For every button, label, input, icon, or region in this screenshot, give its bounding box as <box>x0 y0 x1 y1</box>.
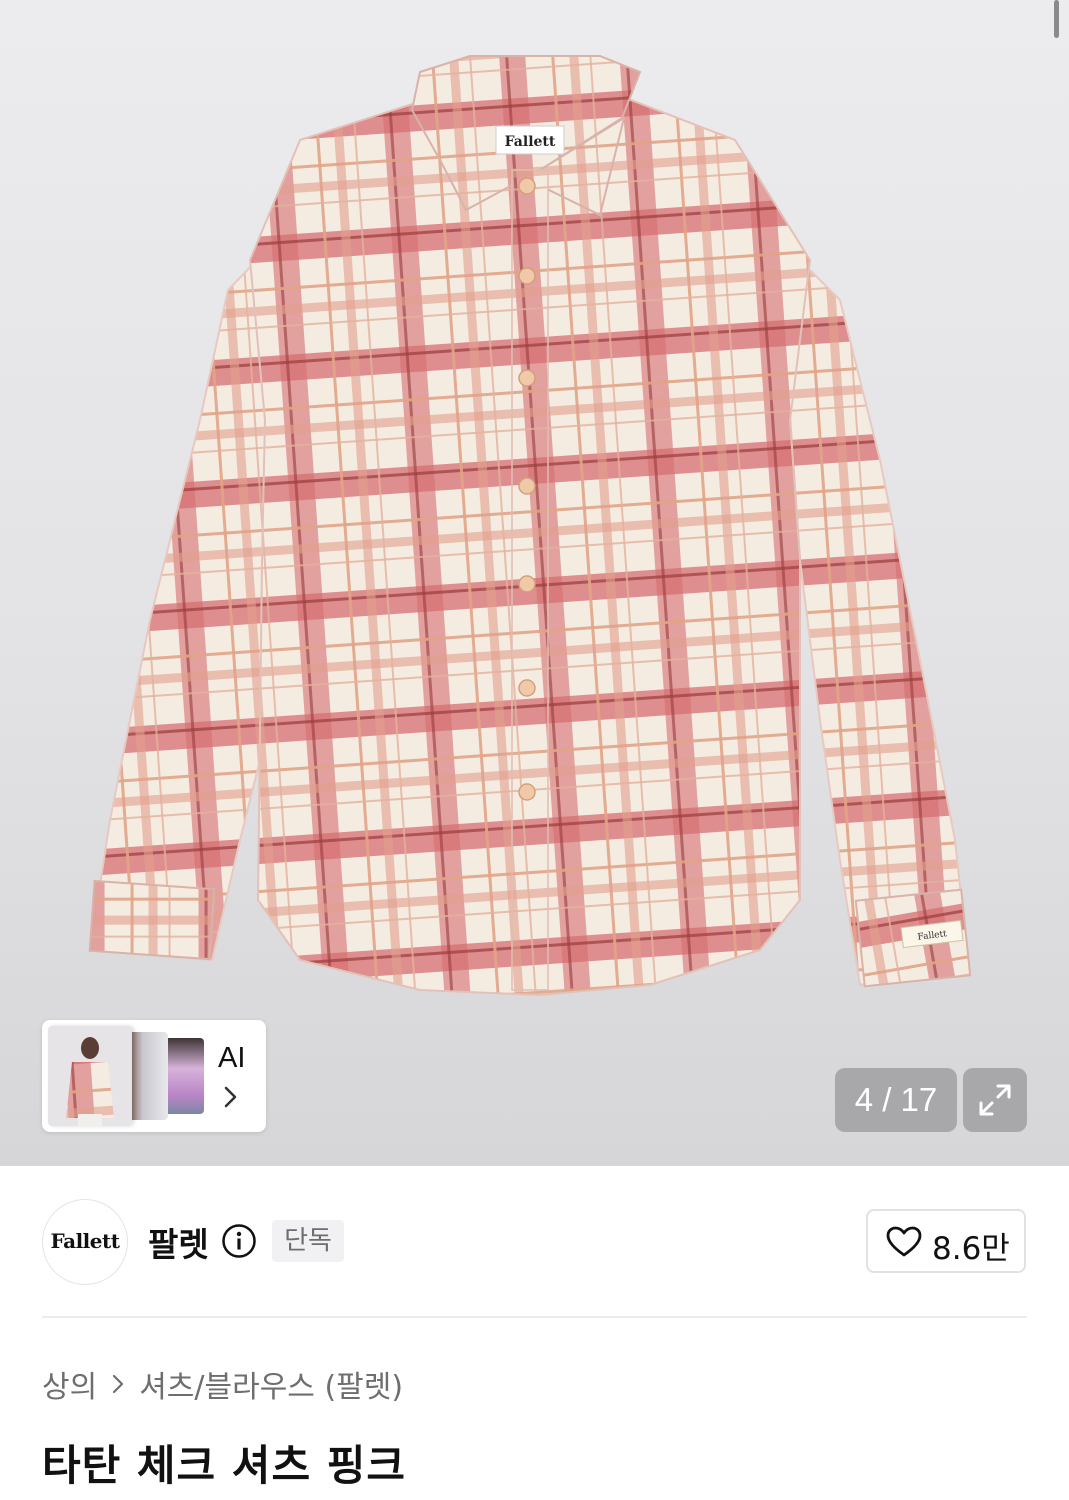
image-counter: 4 / 17 <box>835 1068 957 1132</box>
expand-icon <box>979 1084 1011 1116</box>
ai-styling-card[interactable]: AI <box>42 1020 266 1132</box>
like-count: 8.6만 <box>932 1231 1010 1267</box>
brand-logo-text: Fallett <box>50 1229 120 1253</box>
ai-label: AI <box>218 1042 246 1074</box>
divider <box>42 1316 1027 1318</box>
product-image[interactable]: Fallett Fallett <box>0 0 1069 1166</box>
exclusive-badge: 단독 <box>272 1220 344 1262</box>
ai-thumbnail-2 <box>126 1032 168 1120</box>
collar-label-text: Fallett <box>505 134 556 150</box>
info-icon[interactable] <box>221 1223 257 1259</box>
right-sleeve <box>788 257 970 987</box>
product-title: 타탄 체크 셔츠 핑크 <box>42 1441 406 1490</box>
product-image-gallery[interactable]: Fallett Fallett AI 4 / 17 <box>0 0 1069 1166</box>
ai-thumbnail-1 <box>48 1026 132 1126</box>
like-button[interactable]: 8.6만 <box>866 1209 1026 1273</box>
ai-thumbnail-3 <box>164 1038 204 1114</box>
heart-icon <box>886 1226 922 1257</box>
breadcrumb-subcategory[interactable]: 셔츠/블라우스 (팔렛) <box>139 1362 403 1406</box>
chevron-right-icon <box>224 1086 237 1108</box>
brand-logo[interactable]: Fallett <box>42 1199 128 1285</box>
breadcrumb: 상의 셔츠/블라우스 (팔렛) <box>42 1362 403 1406</box>
brand-name[interactable]: 팔렛 <box>148 1218 209 1266</box>
breadcrumb-category[interactable]: 상의 <box>42 1362 97 1406</box>
fullscreen-button[interactable] <box>963 1068 1027 1132</box>
chevron-right-icon <box>111 1373 125 1395</box>
